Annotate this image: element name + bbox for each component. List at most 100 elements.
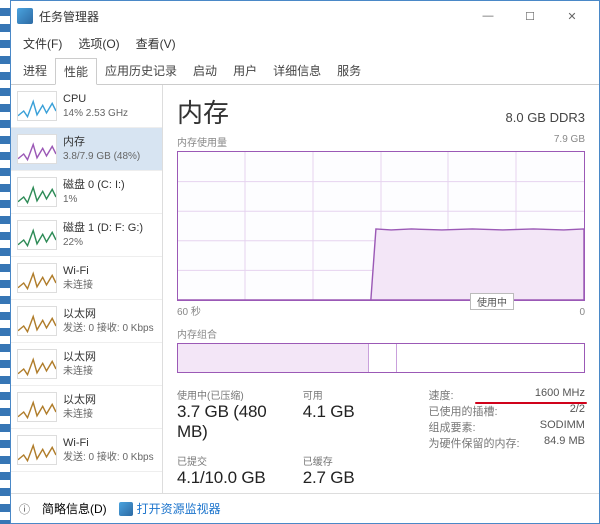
sidebar-item-6[interactable]: 以太网未连接 <box>11 343 162 386</box>
tab-details[interactable]: 详细信息 <box>265 58 329 84</box>
sidebar-item-3[interactable]: 磁盘 1 (D: F: G:)22% <box>11 214 162 257</box>
tab-startup[interactable]: 启动 <box>185 58 225 84</box>
stat-committed-value: 4.1/10.0 GB <box>177 468 289 488</box>
stat-committed-label: 已提交 <box>177 453 289 468</box>
sidebar-thumb-icon <box>17 134 57 164</box>
sidebar-item-text: 以太网未连接 <box>63 393 96 420</box>
sidebar-thumb-icon <box>17 435 57 465</box>
sidebar-item-text: CPU14% 2.53 GHz <box>63 92 128 119</box>
sidebar[interactable]: CPU14% 2.53 GHz 内存3.8/7.9 GB (48%) 磁盘 0 (C… <box>11 85 163 493</box>
usage-chart-ymax: 7.9 GB <box>554 134 585 149</box>
main-panel: 内存 8.0 GB DDR3 内存使用量 7.9 GB <box>163 85 599 493</box>
sidebar-thumb-icon <box>17 306 57 336</box>
stat-available-label: 可用 <box>303 387 415 402</box>
usage-chart: 使用中 <box>177 151 585 301</box>
tab-processes[interactable]: 进程 <box>15 58 55 84</box>
stat-inuse-value: 3.7 GB (480 MB) <box>177 402 289 442</box>
sidebar-thumb-icon <box>17 263 57 293</box>
sidebar-item-sub: 未连接 <box>63 279 93 292</box>
composition-inuse <box>178 344 369 372</box>
memory-capacity: 8.0 GB DDR3 <box>506 110 585 125</box>
menu-file[interactable]: 文件(F) <box>19 33 66 54</box>
sidebar-item-name: 以太网 <box>63 393 96 407</box>
chart-x-left: 60 秒 <box>177 303 201 318</box>
sidebar-thumb-icon <box>17 220 57 250</box>
stat-available-value: 4.1 GB <box>303 402 415 422</box>
tab-performance[interactable]: 性能 <box>55 58 97 85</box>
sidebar-thumb-icon <box>17 91 57 121</box>
footer: ⓘ 简略信息(D) 打开资源监视器 <box>11 493 599 523</box>
metric-title: 内存 <box>177 93 229 130</box>
sidebar-thumb-icon <box>17 349 57 379</box>
sidebar-item-name: Wi-Fi <box>63 264 93 278</box>
window-title: 任务管理器 <box>39 8 99 25</box>
kv-form-value: SODIMM <box>540 419 585 435</box>
maximize-button[interactable]: ☐ <box>509 2 551 30</box>
sidebar-item-name: 以太网 <box>63 307 154 321</box>
open-resource-monitor-link[interactable]: 打开资源监视器 <box>119 500 221 517</box>
stat-cached-label: 已缓存 <box>303 453 415 468</box>
composition-free <box>397 344 584 372</box>
composition-label: 内存组合 <box>177 326 585 341</box>
menubar: 文件(F) 选项(O) 查看(V) <box>11 31 599 58</box>
titlebar[interactable]: 任务管理器 — ☐ ✕ <box>11 1 599 31</box>
usage-chart-label: 内存使用量 <box>177 134 227 149</box>
tab-services[interactable]: 服务 <box>329 58 369 84</box>
sidebar-item-name: 内存 <box>63 135 140 149</box>
sidebar-item-text: 以太网未连接 <box>63 350 96 377</box>
kv-speed-label: 速度: <box>429 387 454 403</box>
screenshot-left-edge <box>0 0 10 524</box>
open-resource-monitor-label: 打开资源监视器 <box>137 500 221 517</box>
sidebar-item-text: 以太网发送: 0 接收: 0 Kbps <box>63 307 154 334</box>
kv-hwreserved-label: 为硬件保留的内存: <box>429 435 520 451</box>
sidebar-item-sub: 未连接 <box>63 365 96 378</box>
sidebar-item-4[interactable]: Wi-Fi未连接 <box>11 257 162 300</box>
sidebar-item-sub: 发送: 0 接收: 0 Kbps <box>63 451 154 464</box>
sidebar-thumb-icon <box>17 392 57 422</box>
sidebar-item-8[interactable]: Wi-Fi发送: 0 接收: 0 Kbps <box>11 429 162 472</box>
sidebar-item-2[interactable]: 磁盘 0 (C: I:)1% <box>11 171 162 214</box>
sidebar-item-name: Wi-Fi <box>63 436 154 450</box>
sidebar-item-name: 磁盘 1 (D: F: G:) <box>63 221 143 235</box>
resource-monitor-icon <box>119 502 133 516</box>
fewer-details-button[interactable]: 简略信息(D) <box>42 500 107 517</box>
composition-bar <box>177 343 585 373</box>
task-manager-icon <box>17 8 33 24</box>
sidebar-item-text: Wi-Fi未连接 <box>63 264 93 291</box>
tab-app-history[interactable]: 应用历史记录 <box>97 58 185 84</box>
content: CPU14% 2.53 GHz内存3.8/7.9 GB (48%)磁盘 0 (C… <box>11 85 599 493</box>
sidebar-item-text: Wi-Fi发送: 0 接收: 0 Kbps <box>63 436 154 463</box>
menu-options[interactable]: 选项(O) <box>74 33 123 54</box>
sidebar-item-sub: 14% 2.53 GHz <box>63 107 128 120</box>
sidebar-item-1[interactable]: 内存3.8/7.9 GB (48%) <box>11 128 162 171</box>
chart-x-right: 0 <box>579 307 585 318</box>
task-manager-window: 任务管理器 — ☐ ✕ 文件(F) 选项(O) 查看(V) 进程 性能 应用历史… <box>10 0 600 524</box>
sidebar-item-7[interactable]: 以太网未连接 <box>11 386 162 429</box>
sidebar-item-sub: 22% <box>63 236 143 249</box>
minimize-button[interactable]: — <box>467 2 509 30</box>
chevron-up-icon[interactable]: ⓘ <box>19 501 30 517</box>
sidebar-item-text: 磁盘 1 (D: F: G:)22% <box>63 221 143 248</box>
sidebar-thumb-icon <box>17 177 57 207</box>
sidebar-item-5[interactable]: 以太网发送: 0 接收: 0 Kbps <box>11 300 162 343</box>
sidebar-item-text: 磁盘 0 (C: I:)1% <box>63 178 125 205</box>
sidebar-item-text: 内存3.8/7.9 GB (48%) <box>63 135 140 162</box>
close-button[interactable]: ✕ <box>551 2 593 30</box>
tab-users[interactable]: 用户 <box>225 58 265 84</box>
menu-view[interactable]: 查看(V) <box>132 33 180 54</box>
sidebar-item-sub: 未连接 <box>63 408 96 421</box>
sidebar-item-name: CPU <box>63 92 128 106</box>
sidebar-item-0[interactable]: CPU14% 2.53 GHz <box>11 85 162 128</box>
sidebar-item-sub: 1% <box>63 193 125 206</box>
kv-slots-label: 已使用的插槽: <box>429 403 498 419</box>
sidebar-item-sub: 3.8/7.9 GB (48%) <box>63 150 140 163</box>
stat-cached-value: 2.7 GB <box>303 468 415 488</box>
stat-inuse-label: 使用中(已压缩) <box>177 387 289 402</box>
inuse-badge: 使用中 <box>470 293 514 310</box>
sidebar-item-name: 以太网 <box>63 350 96 364</box>
tabbar: 进程 性能 应用历史记录 启动 用户 详细信息 服务 <box>11 58 599 85</box>
sidebar-item-name: 磁盘 0 (C: I:) <box>63 178 125 192</box>
kv-form-label: 组成要素: <box>429 419 476 435</box>
kv-hwreserved-value: 84.9 MB <box>544 435 585 451</box>
sidebar-item-sub: 发送: 0 接收: 0 Kbps <box>63 322 154 335</box>
